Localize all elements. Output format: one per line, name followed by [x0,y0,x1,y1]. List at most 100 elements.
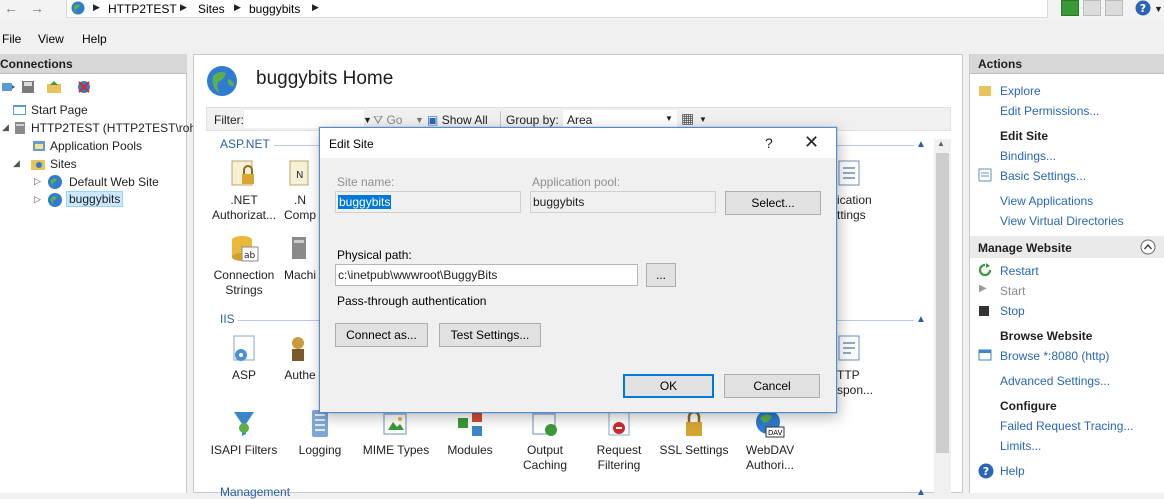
group-by-select[interactable]: Area ▼ [563,110,677,128]
feature-request-filtering[interactable]: Request Filtering [579,408,659,473]
menu-bar: File View Help [0,28,1164,50]
feature-webdav-authoring[interactable]: DAV WebDAV Authori... [730,408,810,473]
ok-button[interactable]: OK [623,374,714,398]
action-view-applications[interactable]: View Applications [1000,194,1093,208]
chevron-down-icon[interactable]: ▼ [415,115,424,125]
feature-authentication[interactable]: Authe [280,333,320,383]
expand-arrow-icon[interactable]: ▷ [34,176,41,187]
connections-title: Connections [0,57,73,71]
breadcrumb-site[interactable]: buggybits [249,2,300,16]
action-failed-request-tracing[interactable]: Failed Request Tracing... [1000,419,1133,433]
breadcrumb-sites[interactable]: Sites [198,2,225,16]
physical-path-field[interactable]: c:\inetpub\wwwroot\BuggyBits [335,264,638,286]
browse-path-button[interactable]: ... [646,263,676,287]
action-limits[interactable]: Limits... [1000,439,1041,453]
machine-key-icon [292,237,306,259]
group-header-iis[interactable]: IIS [220,312,235,326]
feature-asp[interactable]: ASP [204,333,284,383]
save-icon[interactable] [20,79,36,95]
tree-item-server[interactable]: ◢ HTTP2TEST (HTTP2TEST\roh [0,119,196,137]
tree-label: Sites [50,157,77,171]
page-title: buggybits Home [256,68,394,89]
actions-title: Actions [978,57,1023,71]
breadcrumb[interactable]: ▶ HTTP2TEST ▶ Sites ▶ buggybits ▶ [66,0,1048,18]
forward-arrow-icon[interactable]: → [30,0,44,16]
refresh-icon[interactable] [1061,0,1079,16]
collapse-section-icon[interactable] [1140,239,1156,255]
feature-output-caching[interactable]: Output Caching [505,408,585,473]
asp-icon [233,335,255,361]
connection-strings-icon: ab [232,236,259,262]
feature-ssl-settings[interactable]: SSL Settings [654,408,734,458]
collapse-icon[interactable]: ▲ [916,314,926,325]
feature-net-compilation[interactable]: N .N Comp [280,158,320,223]
menu-view[interactable]: View [38,32,64,46]
select-button[interactable]: Select... [725,191,821,215]
tree-item-sites[interactable]: ◢ Sites [0,155,187,173]
view-options-icon[interactable]: ▦ [681,110,694,127]
explore-folder-icon [979,86,991,96]
tree-item-buggybits[interactable]: ▷ buggybits [0,191,187,209]
menu-file[interactable]: File [2,32,21,46]
feature-application-settings[interactable]: ication ttings [837,158,887,223]
feature-label: Caching [522,458,568,472]
test-settings-button[interactable]: Test Settings... [439,323,541,347]
action-edit-permissions[interactable]: Edit Permissions... [1000,104,1099,118]
close-icon[interactable]: ✕ [804,132,819,153]
feature-label: Output [526,443,564,457]
action-advanced-settings[interactable]: Advanced Settings... [1000,374,1110,388]
filter-input[interactable] [244,110,364,128]
feature-isapi-filters[interactable]: ISAPI Filters [204,408,284,458]
action-browse-8080[interactable]: Browse *:8080 (http) [1000,349,1109,363]
new-connection-icon[interactable] [0,79,16,95]
feature-logging[interactable]: Logging [280,408,360,458]
feature-mime-types[interactable]: MIME Types [356,408,436,458]
chevron-down-icon[interactable]: ▼ [363,115,372,125]
action-start[interactable]: Start [1000,284,1025,298]
disconnect-icon[interactable] [76,79,92,95]
connect-as-button[interactable]: Connect as... [335,323,428,347]
go-button[interactable]: ⛛ Go [373,113,402,128]
up-folder-icon[interactable] [46,79,62,95]
action-view-virtual-directories[interactable]: View Virtual Directories [1000,214,1124,228]
action-help[interactable]: Help [1000,464,1025,478]
cancel-button[interactable]: Cancel [724,374,820,398]
chevron-down-icon[interactable]: ▼ [1154,4,1163,14]
chevron-down-icon[interactable]: ▼ [699,115,707,124]
action-basic-settings[interactable]: Basic Settings... [1000,169,1086,183]
feature-modules[interactable]: Modules [430,408,510,458]
tree-item-default-web-site[interactable]: ▷ Default Web Site [0,173,187,191]
physical-path-value: c:\inetpub\wwwroot\BuggyBits [338,268,498,282]
feature-connection-strings[interactable]: ab Connection Strings [204,233,284,298]
breadcrumb-server[interactable]: HTTP2TEST [108,2,177,16]
menu-help[interactable]: Help [82,32,107,46]
tree-item-start-page[interactable]: Start Page [0,101,187,119]
dialog-help-button[interactable]: ? [765,135,773,151]
feature-http-response-headers[interactable]: TTP spon... [837,333,887,398]
group-header-management[interactable]: Management [220,485,290,499]
help-icon[interactable]: ? [1135,0,1151,16]
feature-label: Modules [447,443,493,457]
action-stop[interactable]: Stop [1000,304,1025,318]
back-arrow-icon[interactable]: ← [4,0,18,16]
expand-arrow-icon[interactable]: ◢ [13,158,20,169]
group-header-aspnet[interactable]: ASP.NET [220,137,270,151]
action-restart[interactable]: Restart [1000,264,1039,278]
show-all-button[interactable]: ▣ Show All [427,113,488,127]
expand-arrow-icon[interactable]: ▷ [34,194,41,205]
scrollbar-thumb[interactable] [936,153,949,453]
stop-icon[interactable] [1083,0,1101,16]
tree-item-application-pools[interactable]: Application Pools [0,137,187,155]
tree-label: Application Pools [50,139,143,153]
feature-net-authorization[interactable]: .NET Authorizat... [204,158,284,223]
scroll-up-icon[interactable]: ▲ [937,139,945,148]
action-bindings[interactable]: Bindings... [1000,149,1056,163]
dialog-titlebar[interactable]: Edit Site ? ✕ [320,128,836,158]
action-explore[interactable]: Explore [1000,84,1041,98]
home-icon[interactable] [1105,0,1123,16]
site-name-field[interactable]: buggybits [335,191,521,213]
feature-machine-key[interactable]: Machi [280,233,320,283]
section-manage-website: Manage Website [978,241,1072,255]
collapse-icon[interactable]: ▲ [916,139,926,150]
expand-arrow-icon[interactable]: ◢ [2,122,9,133]
